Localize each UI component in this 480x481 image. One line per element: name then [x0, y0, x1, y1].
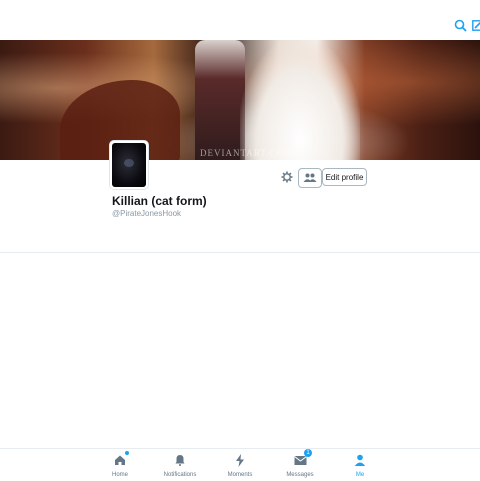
messages-badge: 1	[304, 449, 312, 457]
compose-icon[interactable]	[470, 16, 480, 34]
profile-name: Killian (cat form)	[112, 194, 207, 208]
tab-notifications[interactable]: Notifications	[150, 453, 210, 481]
tab-notifications-label: Notifications	[163, 472, 197, 478]
banner-watermark: DEVIANTART.COM	[200, 148, 293, 158]
banner-dress	[240, 40, 360, 160]
tab-moments-label: Moments	[227, 472, 253, 478]
bottom-tab-bar: Home Notifications Moments 1 Messages Me	[0, 448, 480, 481]
tab-me[interactable]: Me	[330, 453, 390, 481]
home-badge-dot	[125, 451, 129, 455]
tab-home-label: Home	[111, 472, 128, 478]
people-icon	[303, 169, 317, 187]
tab-moments[interactable]: Moments	[210, 453, 270, 481]
top-nav-bar	[0, 0, 480, 40]
search-icon[interactable]	[452, 16, 468, 34]
tab-me-label: Me	[355, 472, 365, 478]
avatar-image	[112, 143, 146, 187]
lightning-icon	[233, 453, 247, 467]
person-icon	[353, 453, 367, 467]
divider	[0, 252, 480, 253]
banner-figure	[195, 40, 245, 160]
bell-icon	[173, 453, 187, 467]
tab-messages-label: Messages	[286, 472, 314, 478]
home-icon	[113, 451, 129, 467]
profile-handle: @PirateJonesHook	[112, 209, 182, 218]
tab-messages[interactable]: 1 Messages	[270, 449, 330, 481]
edit-profile-button[interactable]: Edit profile	[322, 168, 367, 186]
avatar[interactable]	[110, 141, 148, 189]
tab-home[interactable]: Home	[90, 451, 150, 481]
people-button[interactable]	[298, 168, 322, 188]
gear-icon[interactable]	[279, 169, 295, 185]
profile-header-image: DEVIANTART.COM	[0, 40, 480, 160]
envelope-icon: 1	[293, 449, 312, 467]
